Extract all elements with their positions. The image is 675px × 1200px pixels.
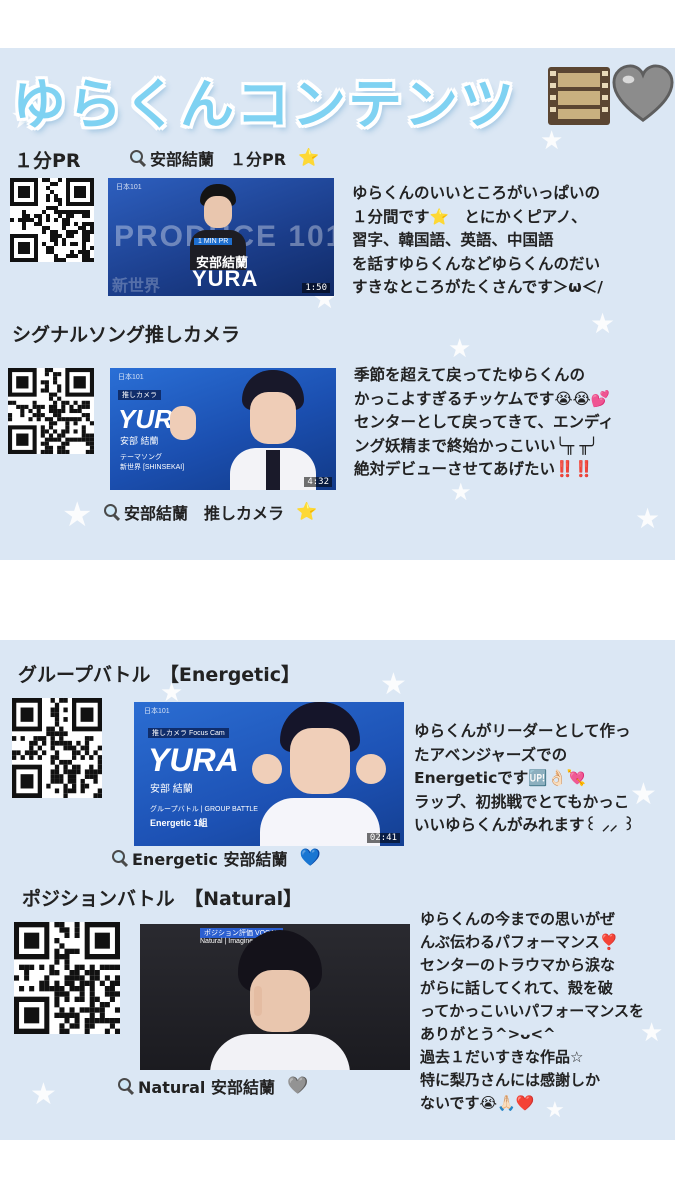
star-icon: ★ [450,478,472,506]
section-description: ゆらくんの今までの思いがぜ んぶ伝わるパフォーマンス❣️ センターのトラウマから… [420,910,644,1112]
star-icon: ★ [540,126,564,156]
star-icon: ★ [30,1077,57,1112]
page-title: ゆらくんコンテンツ [12,73,516,136]
section-heading: １分PR [14,150,81,172]
video-caption: 新世界 [112,278,161,295]
film-strip-icon [548,67,610,125]
magnifier-icon [130,150,146,166]
section-heading: シグナルソング推しカメラ [12,324,241,346]
video-duration: 1:50 [302,283,330,293]
search-hint: Energetic 安部結蘭 💙 [112,846,321,870]
search-text: Energetic 安部結蘭 [132,850,288,869]
qr-code[interactable] [12,698,102,798]
star-icon: ★ [380,667,407,702]
video-name-jp: 安部 結蘭 [120,436,159,446]
video-thumbnail[interactable]: 日本101 推しカメラ YURA 安部 結蘭 テーマソング 新世界 [SHINS… [110,368,336,490]
search-hint: 安部結蘭 推しカメラ ⭐ [104,500,317,524]
qr-code[interactable] [10,178,94,262]
search-hint: Natural 安部結蘭 🩶 [118,1074,308,1098]
blue-heart-emoji: 💙 [299,848,321,868]
search-text: 安部結蘭 １分PR [150,150,287,169]
section-heading: ポジションバトル 【Natural】 [22,888,303,910]
video-thumbnail[interactable]: 日本101 推しカメラ Focus Cam YURA 安部 結蘭 グループバトル… [134,702,404,846]
video-name-en: YURA [148,742,239,778]
grey-heart-emoji: 🩶 [286,1076,309,1096]
video-caption: 新世界 [SHINSEKAI] [120,464,185,471]
star-emoji: ⭐ [298,148,320,168]
video-caption: Energetic 1組 [150,818,208,828]
section-heading: グループバトル 【Energetic】 [18,664,301,686]
video-thumbnail[interactable]: 日本101 PRODUCE 101 1 MIN PR 安部結蘭 YURA 新世界… [108,178,334,296]
qr-code[interactable] [14,922,120,1034]
qr-code[interactable] [8,368,94,454]
video-name-jp: 安部 結蘭 [150,784,193,795]
section-description: ゆらくんがリーダーとして作っ たアベンジャーズでの Energeticです🆙👌🏻… [414,722,636,834]
magnifier-icon [104,504,120,520]
video-badge: 推しカメラ [118,390,161,400]
video-name-en: YURA [192,266,259,291]
video-badge: 1 MIN PR [194,238,233,245]
video-caption: テーマソング [120,454,162,461]
video-badge: 推しカメラ Focus Cam [148,728,229,738]
section-description: ゆらくんのいいところがいっぱいの １分間です⭐ とにかくピアノ、 習字、韓国語、… [352,184,603,296]
magnifier-icon [112,850,128,866]
search-text: Natural 安部結蘭 [138,1078,275,1097]
grey-heart-icon [612,64,674,126]
magnifier-icon [118,1078,134,1094]
video-caption: グループバトル | GROUP BATTLE [150,806,258,813]
video-duration: 4:32 [304,477,332,487]
video-duration: 02:41 [366,833,400,843]
search-text: 安部結蘭 推しカメラ [124,504,285,523]
section-description: 季節を超えて戻ってたゆらくんの かっこよすぎるチッケムです😭😭💕 センターとして… [354,366,614,478]
video-thumbnail[interactable]: ポジション評価 VOCAL Natural | Imagine Dragons [140,924,410,1070]
star-icon: ★ [448,334,472,364]
star-emoji: ⭐ [296,502,318,522]
star-icon: ★ [635,502,661,535]
star-icon: ★ [590,307,616,340]
search-hint: 安部結蘭 １分PR ⭐ [130,146,319,170]
star-icon: ★ [62,495,93,535]
